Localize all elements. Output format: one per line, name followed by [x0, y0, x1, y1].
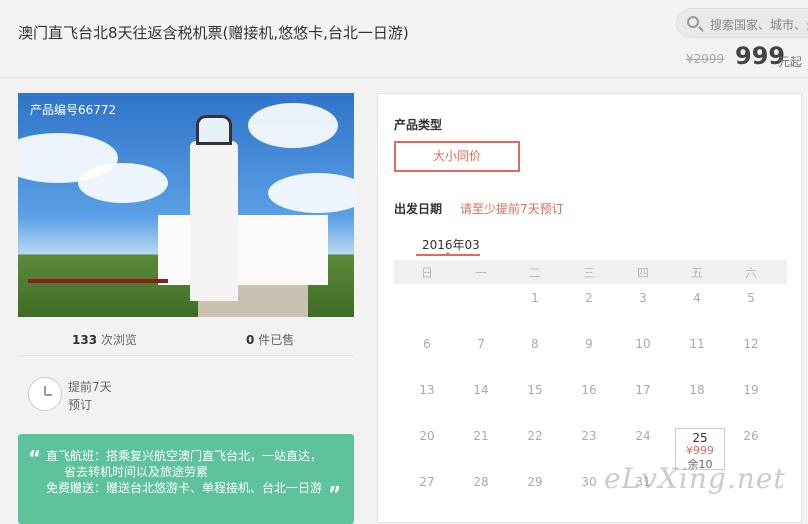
month-tab-indicator: [416, 252, 480, 256]
calendar-day[interactable]: 21: [454, 429, 508, 443]
close-quote-icon: ”: [328, 482, 342, 506]
calendar-day[interactable]: 22: [508, 429, 562, 443]
advance-label: 预订: [68, 398, 93, 412]
weekday-label: 五: [690, 266, 703, 280]
promo-line: 直飞航班：搭乘复兴航空澳门直飞台北，一站直达，: [46, 449, 323, 463]
cloud-decoration: [248, 103, 338, 148]
calendar-day[interactable]: 14: [454, 383, 508, 397]
calendar-day[interactable]: 20: [400, 429, 454, 443]
clock-icon: [28, 377, 62, 411]
weekday-header: 日一二三四五六: [394, 260, 787, 284]
calendar-day[interactable]: 11: [670, 337, 724, 351]
promo-box: “ 直飞航班：搭乘复兴航空澳门直飞台北，一站直达， 省去转机时间以及旅途劳累 免…: [18, 434, 354, 524]
lighthouse-shape: [190, 141, 238, 301]
promo-line: 省去转机时间以及旅途劳累: [64, 465, 209, 479]
views-label: 次浏览: [100, 333, 137, 347]
product-number: 产品编号66772: [30, 103, 117, 117]
calendar-day[interactable]: 7: [454, 337, 508, 351]
views-stat: 133 次浏览: [72, 331, 137, 348]
weekday-label: 六: [744, 266, 757, 280]
weekday-label: 三: [582, 266, 595, 280]
product-title: 澳门直飞台北8天往返含税机票(赠接机,悠悠卡,台北一日游): [18, 24, 409, 42]
watermark: eLvXing.net: [604, 462, 786, 495]
fence-shape: [28, 279, 168, 309]
weekday-label: 一: [474, 266, 487, 280]
calendar-day[interactable]: 13: [400, 383, 454, 397]
product-photo: 产品编号66772: [18, 93, 354, 317]
lighthouse-lamp-shape: [196, 115, 232, 145]
calendar-day[interactable]: 5: [724, 291, 778, 305]
advance-days: 提前7天: [68, 380, 112, 394]
search-placeholder: 搜索国家、城市、景点: [710, 18, 808, 32]
advance-booking-info: 提前7天 预订: [68, 378, 112, 414]
calendar-day[interactable]: 24: [616, 429, 670, 443]
building-shape: [158, 215, 328, 285]
calendar-day[interactable]: 12: [724, 337, 778, 351]
cloud-decoration: [268, 173, 354, 213]
calendar-day[interactable]: 17: [616, 383, 670, 397]
calendar-day[interactable]: 23: [562, 429, 616, 443]
sold-label: 件已售: [258, 333, 295, 347]
original-price: ¥2999: [686, 52, 725, 66]
selected-day: 25: [692, 431, 708, 445]
search-input[interactable]: 搜索国家、城市、景点: [676, 8, 808, 38]
search-icon: [687, 16, 699, 28]
promo-line: 免费赠送：赠送台北悠游卡、单程接机、台北一日游: [46, 481, 323, 495]
weekday-label: 日: [420, 266, 433, 280]
calendar-day[interactable]: 2: [562, 291, 616, 305]
weekday-label: 四: [636, 266, 649, 280]
advance-note: 请至少提前7天预订: [460, 202, 564, 216]
calendar-day[interactable]: 19: [724, 383, 778, 397]
departure-date-heading: 出发日期: [394, 202, 443, 216]
calendar-day[interactable]: 4: [670, 291, 724, 305]
calendar-day[interactable]: 16: [562, 383, 616, 397]
views-count: 133: [72, 333, 98, 347]
calendar-day[interactable]: 29: [508, 475, 562, 489]
price-unit: 元起: [778, 55, 803, 69]
calendar-day[interactable]: 15: [508, 383, 562, 397]
calendar-day[interactable]: 10: [616, 337, 670, 351]
calendar-day[interactable]: 6: [400, 337, 454, 351]
calendar-day[interactable]: 18: [670, 383, 724, 397]
sold-count: 0: [246, 333, 255, 347]
calendar-day[interactable]: 8: [508, 337, 562, 351]
calendar-day[interactable]: 27: [400, 475, 454, 489]
product-type-heading: 产品类型: [394, 118, 443, 132]
calendar-day[interactable]: 1: [508, 291, 562, 305]
product-type-option[interactable]: 大小同价: [394, 141, 520, 172]
sold-stat: 0 件已售: [246, 331, 294, 348]
open-quote-icon: “: [28, 446, 42, 470]
calendar-day[interactable]: 26: [724, 429, 778, 443]
booking-panel: 产品类型 大小同价 出发日期 请至少提前7天预订 2016年03 日一二三四五六…: [377, 93, 802, 523]
calendar-day[interactable]: 3: [616, 291, 670, 305]
product-stats: 133 次浏览 0 件已售: [18, 324, 354, 356]
weekday-label: 二: [528, 266, 541, 280]
page-header: 澳门直飞台北8天往返含税机票(赠接机,悠悠卡,台北一日游) 搜索国家、城市、景点…: [0, 0, 808, 78]
calendar-day[interactable]: 28: [454, 475, 508, 489]
cloud-decoration: [78, 163, 168, 203]
calendar-day[interactable]: 9: [562, 337, 616, 351]
